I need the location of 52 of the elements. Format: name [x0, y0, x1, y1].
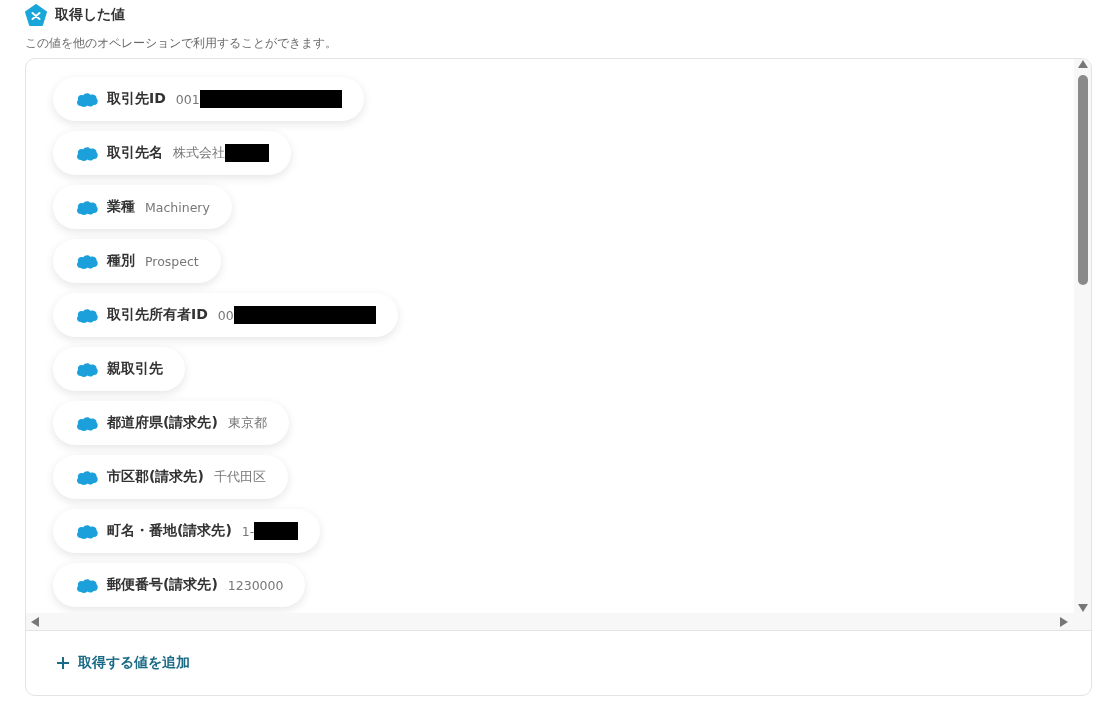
value-chip[interactable]: 業種 Machinery — [53, 185, 232, 229]
field-value: 東京都 — [227, 414, 267, 432]
cloud-icon — [76, 253, 98, 269]
field-value: 1- — [241, 523, 255, 539]
vertical-scrollbar[interactable] — [1074, 59, 1091, 613]
field-label: 親取引先 — [107, 360, 163, 378]
cloud-icon — [76, 523, 98, 539]
field-label: 郵便番号(請求先) — [107, 576, 218, 594]
value-chip[interactable]: 都道府県(請求先) 東京都 — [53, 401, 289, 445]
plus-icon — [56, 656, 70, 670]
field-label: 都道府県(請求先) — [107, 414, 218, 432]
field-label: 町名・番地(請求先) — [107, 522, 232, 540]
value-chip[interactable]: 親取引先 — [53, 347, 185, 391]
field-value: 00 — [217, 307, 234, 323]
field-value: 千代田区 — [213, 468, 266, 486]
value-chip[interactable]: 郵便番号(請求先) 1230000 — [53, 563, 306, 607]
cloud-icon — [76, 199, 98, 215]
field-value: 株式会社 — [173, 144, 225, 162]
field-value: Prospect — [145, 253, 199, 269]
cloud-icon — [76, 415, 98, 431]
scroll-up-icon[interactable] — [1077, 59, 1088, 69]
redaction-bar — [254, 522, 299, 540]
field-value: 1230000 — [227, 577, 284, 593]
value-chip[interactable]: 町名・番地(請求先) 1- — [53, 509, 321, 553]
field-value: 001 — [175, 91, 200, 107]
scroll-right-icon[interactable] — [1059, 616, 1069, 627]
cloud-icon — [76, 307, 98, 323]
cloud-icon — [76, 577, 98, 593]
add-value-button[interactable]: 取得する値を追加 — [56, 654, 190, 672]
logo-icon — [25, 4, 47, 26]
field-value: Machinery — [145, 199, 210, 215]
section-title: 取得した値 — [55, 6, 125, 24]
section-description: この値を他のオペレーションで利用することができます。 — [24, 35, 338, 52]
value-chip[interactable]: 取引先ID 001 — [53, 77, 364, 121]
horizontal-scrollbar[interactable] — [26, 613, 1091, 630]
value-chip[interactable]: 取引先名 株式会社 — [53, 131, 291, 175]
cloud-icon — [76, 91, 98, 107]
value-chip[interactable]: 種別 Prospect — [53, 239, 221, 283]
field-label: 業種 — [107, 198, 135, 216]
cloud-icon — [76, 145, 98, 161]
scroll-left-icon[interactable] — [30, 616, 40, 627]
field-label: 取引先所有者ID — [107, 306, 208, 324]
field-label: 取引先ID — [107, 90, 166, 108]
scroll-thumb[interactable] — [1077, 75, 1088, 285]
cloud-icon — [76, 469, 98, 485]
value-chip[interactable]: 市区郡(請求先) 千代田区 — [53, 455, 288, 499]
redaction-bar — [225, 144, 269, 162]
field-label: 取引先名 — [107, 144, 163, 162]
field-label: 市区郡(請求先) — [107, 468, 204, 486]
value-chip[interactable]: 取引先所有者ID 00 — [53, 293, 398, 337]
field-label: 種別 — [107, 252, 135, 270]
cloud-icon — [76, 361, 98, 377]
